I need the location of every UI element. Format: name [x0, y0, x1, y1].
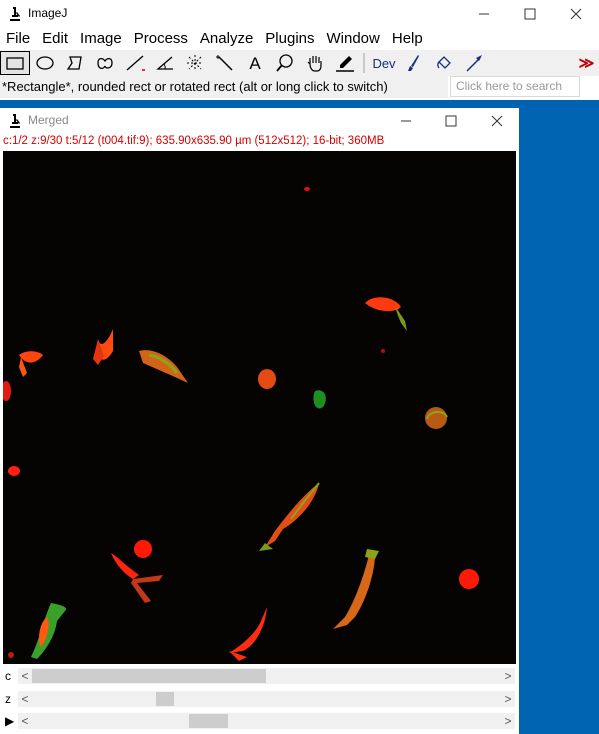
cell: [425, 407, 448, 429]
image-window: Merged c:1/2 z:9/30 t:5/12 (t004.tif:9);…: [0, 108, 519, 734]
cell: [134, 540, 152, 558]
point-tool[interactable]: [180, 51, 210, 75]
text-tool-icon: A: [249, 54, 261, 73]
more-tools-button[interactable]: ≫: [574, 51, 599, 75]
hand-tool-icon: [307, 56, 322, 72]
slice-scrollbar[interactable]: < >: [18, 691, 515, 707]
main-titlebar[interactable]: ImageJ: [0, 0, 599, 28]
wand-tool-icon: [216, 55, 233, 71]
arrow-tool[interactable]: [459, 51, 489, 75]
slice-slider-row: z < >: [0, 689, 519, 709]
image-info-line: c:1/2 z:9/30 t:5/12 (t004.tif:9); 635.90…: [3, 135, 385, 147]
flood-fill-tool[interactable]: [429, 51, 459, 75]
cell: [258, 369, 276, 389]
dropper-tool[interactable]: [330, 51, 360, 75]
microscope-icon: [10, 114, 20, 128]
maximize-button[interactable]: [507, 0, 553, 28]
menu-file[interactable]: File: [0, 28, 36, 50]
scroll-right-icon[interactable]: >: [501, 713, 515, 729]
fluorescence-image: [3, 151, 516, 664]
image-titlebar[interactable]: Merged: [0, 108, 519, 134]
rectangle-tool[interactable]: [0, 51, 30, 75]
cell: [459, 569, 479, 589]
line-tool[interactable]: [120, 51, 150, 75]
close-icon: [491, 115, 503, 127]
tool-bar: A Dev ≫: [0, 50, 599, 76]
minimize-button[interactable]: [461, 0, 507, 28]
oval-tool[interactable]: [30, 51, 60, 75]
frame-scrollbar-thumb[interactable]: [189, 714, 228, 728]
menu-process[interactable]: Process: [128, 28, 194, 50]
frame-scrollbar[interactable]: < >: [18, 713, 515, 729]
toolbar-separator: [363, 53, 365, 73]
window-title: ImageJ: [28, 6, 68, 20]
channel-label: c: [5, 669, 11, 683]
brush-tool[interactable]: [399, 51, 429, 75]
image-close-button[interactable]: [474, 108, 520, 134]
arrow-tool-icon: [466, 55, 482, 72]
menu-image[interactable]: Image: [74, 28, 128, 50]
angle-tool-icon: [156, 56, 173, 70]
flood-fill-tool-icon: [437, 56, 451, 69]
close-button[interactable]: [553, 0, 599, 28]
play-icon[interactable]: ▶: [5, 714, 14, 728]
scroll-left-icon[interactable]: <: [18, 668, 32, 684]
scroll-right-icon[interactable]: >: [501, 691, 515, 707]
freehand-tool-icon: [97, 57, 113, 70]
slice-scrollbar-thumb[interactable]: [156, 692, 174, 706]
imagej-main-window: ImageJ File Edit Image Process Analyze P…: [0, 0, 599, 100]
channel-slider-row: c < >: [0, 666, 519, 686]
scroll-left-icon[interactable]: <: [18, 713, 32, 729]
microscope-icon: [10, 7, 20, 21]
image-maximize-button[interactable]: [428, 108, 474, 134]
maximize-icon: [445, 115, 457, 127]
freehand-tool[interactable]: [90, 51, 120, 75]
text-tool[interactable]: A: [240, 51, 270, 75]
image-title: Merged: [28, 113, 69, 127]
cell: [8, 466, 20, 476]
slice-label: z: [5, 692, 11, 706]
image-minimize-button[interactable]: [383, 108, 429, 134]
menu-window[interactable]: Window: [321, 28, 386, 50]
cell: [8, 652, 14, 658]
menu-analyze[interactable]: Analyze: [194, 28, 259, 50]
magnifier-tool[interactable]: [270, 51, 300, 75]
close-icon: [570, 8, 582, 20]
polygon-tool-icon: [66, 56, 82, 70]
search-input[interactable]: Click here to search: [450, 76, 580, 97]
scroll-right-icon[interactable]: >: [501, 668, 515, 684]
cell: [381, 349, 385, 353]
minimize-icon: [479, 13, 489, 15]
svg-text:A: A: [249, 54, 261, 73]
brush-tool-icon: [408, 55, 419, 71]
dev-tool[interactable]: Dev: [369, 51, 399, 75]
channel-scrollbar[interactable]: < >: [18, 668, 515, 684]
point-tool-icon: [187, 55, 203, 71]
dev-tool-label: Dev: [372, 55, 396, 71]
rectangle-tool-icon: [6, 57, 24, 70]
cell: [304, 187, 310, 191]
polygon-tool[interactable]: [60, 51, 90, 75]
frame-slider-row: ▶ < >: [0, 711, 519, 731]
magnifier-tool-icon: [276, 54, 293, 72]
oval-tool-icon: [36, 56, 54, 70]
menu-plugins[interactable]: Plugins: [259, 28, 320, 50]
more-tools-icon: ≫: [578, 55, 595, 72]
hand-tool[interactable]: [300, 51, 330, 75]
maximize-icon: [524, 8, 536, 20]
image-canvas[interactable]: [3, 151, 516, 664]
menu-help[interactable]: Help: [386, 28, 429, 50]
menu-bar: File Edit Image Process Analyze Plugins …: [0, 28, 599, 50]
status-bar: *Rectangle*, rounded rect or rotated rec…: [0, 76, 448, 98]
minimize-icon: [401, 120, 411, 122]
wand-tool[interactable]: [210, 51, 240, 75]
menu-edit[interactable]: Edit: [36, 28, 74, 50]
line-tool-icon: [126, 55, 145, 71]
dropper-tool-icon: [336, 56, 354, 72]
channel-scrollbar-thumb[interactable]: [32, 669, 266, 683]
scroll-left-icon[interactable]: <: [18, 691, 32, 707]
angle-tool[interactable]: [150, 51, 180, 75]
